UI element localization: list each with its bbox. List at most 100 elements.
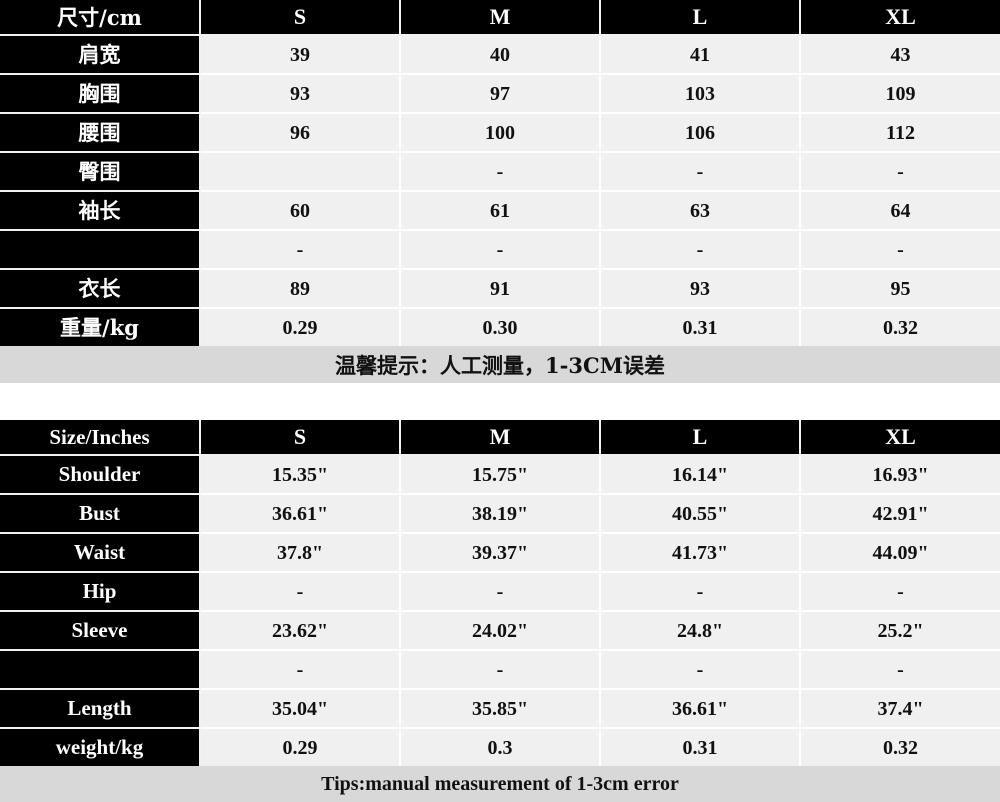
row-label xyxy=(0,230,201,270)
cell-s: - xyxy=(200,230,401,270)
cell-m: 61 xyxy=(400,191,601,231)
cell-s: 23.62" xyxy=(200,611,401,651)
row-label: Waist xyxy=(0,533,201,573)
cell-l: 24.8" xyxy=(600,611,801,651)
cell-l: 41 xyxy=(600,35,801,75)
cell-m: 91 xyxy=(400,269,601,309)
cell-m: - xyxy=(400,230,601,270)
size-table-cm: 尺寸/cm S M L XL 肩宽 39 40 41 43 胸围 93 97 1… xyxy=(0,0,1000,346)
cell-m: - xyxy=(400,650,601,690)
table-row: 臀围 - - - xyxy=(0,152,1000,192)
cell-s: - xyxy=(200,572,401,612)
cell-s: 0.29 xyxy=(200,308,401,346)
cell-m: 39.37" xyxy=(400,533,601,573)
cell-s: 35.04" xyxy=(200,689,401,729)
row-label: Shoulder xyxy=(0,455,201,495)
size-table-inches: Size/Inches S M L XL Shoulder 15.35" 15.… xyxy=(0,420,1000,766)
row-label: Length xyxy=(0,689,201,729)
row-label: 肩宽 xyxy=(0,35,201,75)
table-inches-header-l: L xyxy=(600,420,801,456)
cell-xl: 109 xyxy=(800,74,1000,114)
table-row: 重量/kg 0.29 0.30 0.31 0.32 xyxy=(0,308,1000,346)
table-cm-header-m: M xyxy=(400,0,601,36)
cell-xl: 25.2" xyxy=(800,611,1000,651)
table-cm-header-row: 尺寸/cm S M L XL xyxy=(0,0,1000,36)
table-cm-header-label: 尺寸/cm xyxy=(0,0,201,36)
row-label: 重量/kg xyxy=(0,308,201,346)
cell-l: 0.31 xyxy=(600,728,801,766)
cell-xl: 112 xyxy=(800,113,1000,153)
cell-s: 37.8" xyxy=(200,533,401,573)
table-row: Length 35.04" 35.85" 36.61" 37.4" xyxy=(0,689,1000,729)
cell-s: 89 xyxy=(200,269,401,309)
row-label: Hip xyxy=(0,572,201,612)
cell-s xyxy=(200,152,401,192)
table-cm-header-s: S xyxy=(200,0,401,36)
cell-m: 15.75" xyxy=(400,455,601,495)
row-label: weight/kg xyxy=(0,728,201,766)
cell-m: 100 xyxy=(400,113,601,153)
row-label xyxy=(0,650,201,690)
cell-xl: 64 xyxy=(800,191,1000,231)
cell-m: - xyxy=(400,152,601,192)
table-row: Hip - - - - xyxy=(0,572,1000,612)
cell-l: - xyxy=(600,650,801,690)
cell-l: 41.73" xyxy=(600,533,801,573)
cell-xl: - xyxy=(800,230,1000,270)
table-row: 腰围 96 100 106 112 xyxy=(0,113,1000,153)
table-inches-header-s: S xyxy=(200,420,401,456)
row-label: 腰围 xyxy=(0,113,201,153)
cell-m: 40 xyxy=(400,35,601,75)
row-label: Sleeve xyxy=(0,611,201,651)
cell-l: 0.31 xyxy=(600,308,801,346)
cell-s: - xyxy=(200,650,401,690)
cell-xl: 44.09" xyxy=(800,533,1000,573)
section-spacer xyxy=(0,383,1000,420)
cell-l: 63 xyxy=(600,191,801,231)
cell-xl: 43 xyxy=(800,35,1000,75)
table-inches-header-xl: XL xyxy=(800,420,1000,456)
cell-m: 97 xyxy=(400,74,601,114)
row-label: 臀围 xyxy=(0,152,201,192)
cell-xl: 0.32 xyxy=(800,728,1000,766)
cell-l: 103 xyxy=(600,74,801,114)
cell-l: - xyxy=(600,152,801,192)
cell-l: - xyxy=(600,572,801,612)
cell-s: 39 xyxy=(200,35,401,75)
cell-s: 15.35" xyxy=(200,455,401,495)
cell-xl: - xyxy=(800,152,1000,192)
cell-m: 24.02" xyxy=(400,611,601,651)
table-row: - - - - xyxy=(0,230,1000,270)
table-row: 袖长 60 61 63 64 xyxy=(0,191,1000,231)
size-chart-page: 尺寸/cm S M L XL 肩宽 39 40 41 43 胸围 93 97 1… xyxy=(0,0,1000,802)
cell-xl: 42.91" xyxy=(800,494,1000,534)
cell-l: 106 xyxy=(600,113,801,153)
cell-xl: - xyxy=(800,572,1000,612)
table-cm-header-l: L xyxy=(600,0,801,36)
table-row: - - - - xyxy=(0,650,1000,690)
cell-s: 0.29 xyxy=(200,728,401,766)
table-row: 肩宽 39 40 41 43 xyxy=(0,35,1000,75)
row-label: 袖长 xyxy=(0,191,201,231)
cell-m: 0.30 xyxy=(400,308,601,346)
table-row: Bust 36.61" 38.19" 40.55" 42.91" xyxy=(0,494,1000,534)
cell-m: 0.3 xyxy=(400,728,601,766)
cell-l: 40.55" xyxy=(600,494,801,534)
cell-s: 36.61" xyxy=(200,494,401,534)
cell-xl: 37.4" xyxy=(800,689,1000,729)
table-row: weight/kg 0.29 0.3 0.31 0.32 xyxy=(0,728,1000,766)
cell-l: 16.14" xyxy=(600,455,801,495)
table-row: Shoulder 15.35" 15.75" 16.14" 16.93" xyxy=(0,455,1000,495)
row-label: 衣长 xyxy=(0,269,201,309)
table-row: 衣长 89 91 93 95 xyxy=(0,269,1000,309)
cell-xl: 0.32 xyxy=(800,308,1000,346)
row-label: 胸围 xyxy=(0,74,201,114)
cell-l: 36.61" xyxy=(600,689,801,729)
cell-s: 93 xyxy=(200,74,401,114)
table-row: Sleeve 23.62" 24.02" 24.8" 25.2" xyxy=(0,611,1000,651)
cell-xl: 95 xyxy=(800,269,1000,309)
table-inches-header-row: Size/Inches S M L XL xyxy=(0,420,1000,456)
table-cm-header-xl: XL xyxy=(800,0,1000,36)
cell-l: 93 xyxy=(600,269,801,309)
cell-xl: - xyxy=(800,650,1000,690)
